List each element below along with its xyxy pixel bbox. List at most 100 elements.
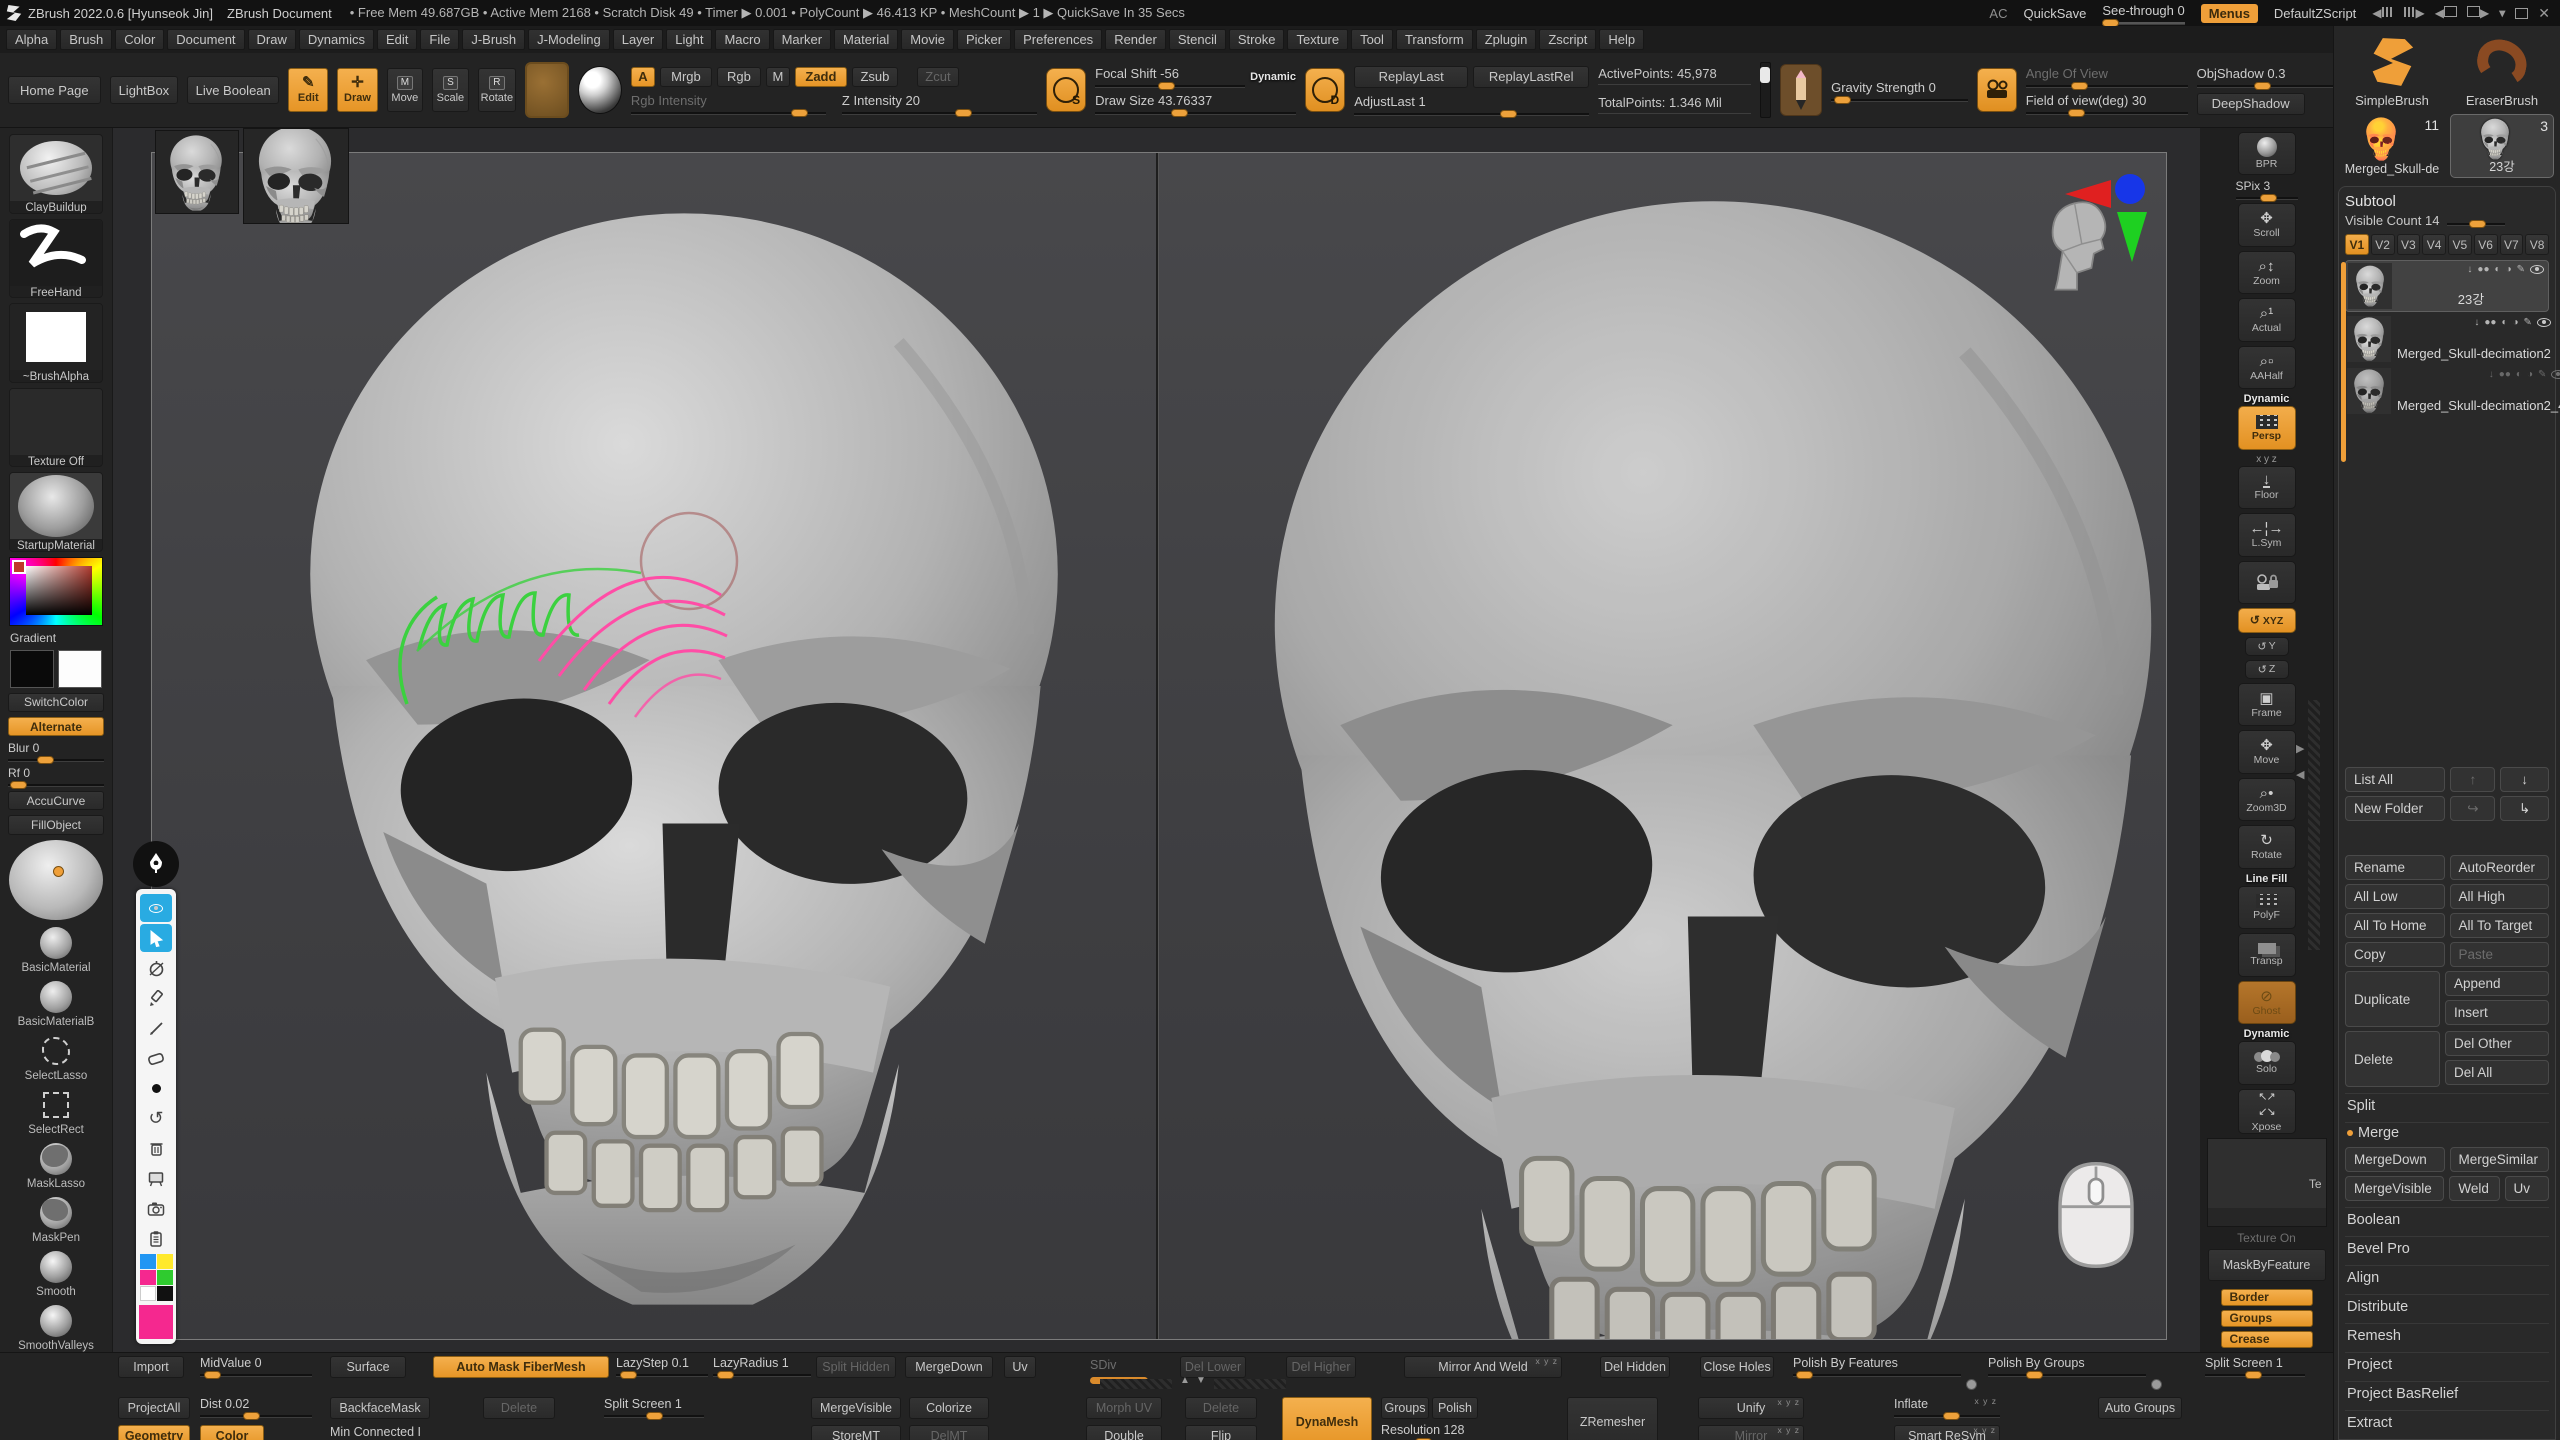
crease-button[interactable]: Crease [2221,1331,2313,1348]
displacement-icon[interactable]: ◑ [2506,264,2512,275]
menu-picker[interactable]: Picker [957,29,1011,50]
smart-resym-button[interactable]: Smart ReSymx y z [1894,1425,2000,1440]
m-button[interactable]: M [766,67,790,87]
secondary-color-swatch[interactable] [58,650,102,688]
del-mt-button[interactable]: DelMT [909,1425,989,1440]
section-boolean[interactable]: Boolean [2345,1207,2549,1230]
tool-slot-previous[interactable]: 11 Merged_Skull-de [2340,114,2444,178]
polypaint-icon[interactable]: ●● [2484,317,2496,328]
menu-movie[interactable]: Movie [901,29,954,50]
brush-icon[interactable]: ✎ [2538,369,2546,380]
adjust-badge[interactable]: D [1305,68,1345,112]
uv-button[interactable]: Uv [2505,1176,2549,1201]
live-boolean-button[interactable]: Live Boolean [187,76,279,104]
paste-button[interactable]: Paste [2450,942,2550,967]
section-bevel-pro[interactable]: Bevel Pro [2345,1236,2549,1259]
eraser-brush-item[interactable]: EraserBrush [2450,31,2554,108]
basic-material-item[interactable]: BasicMaterial [21,925,90,974]
palette-white[interactable] [140,1286,156,1301]
canvas-scroll-left-icon[interactable]: ◀ [2296,768,2304,781]
xpose-button[interactable]: ↖↗↙↘Xpose [2238,1089,2296,1134]
del-other-button[interactable]: Del Other [2445,1031,2549,1056]
camera-view-button[interactable] [1977,68,2017,112]
ghost-button[interactable]: ⊘Ghost [2238,981,2296,1024]
snapshot-thumbnail-1[interactable] [155,130,239,214]
menus-button[interactable]: Menus [2201,4,2258,23]
viewport-left-skull[interactable] [254,179,1114,1339]
document-canvas[interactable]: ↺ [113,128,2200,1352]
visibility-eye-icon[interactable] [2530,265,2544,274]
section-split[interactable]: Split [2345,1093,2549,1116]
accu-curve-button[interactable]: AccuCurve [8,791,104,810]
clipboard-tool-button[interactable] [140,1224,172,1252]
section-extract[interactable]: Extract [2345,1410,2549,1433]
rotate-3d-button[interactable]: ↻Rotate [2238,825,2296,868]
project-all-button[interactable]: ProjectAll [118,1397,190,1419]
polypaint-icon[interactable]: ●● [2499,369,2511,380]
mirror-button[interactable]: Mirrorx y z [1698,1425,1804,1440]
import-button[interactable]: Import [118,1356,184,1378]
all-high-button[interactable]: All High [2450,884,2550,909]
new-folder-button[interactable]: New Folder [2345,796,2445,821]
copy-button[interactable]: Copy [2345,942,2445,967]
camera-lock-button[interactable] [2238,561,2296,604]
resolution-slider[interactable]: Resolution 128 [1381,1423,1501,1440]
brush-icon[interactable]: ✎ [2524,317,2532,328]
auto-groups-button[interactable]: Auto Groups [2098,1397,2182,1419]
simple-brush-item[interactable]: SimpleBrush [2340,31,2444,108]
minimize-button[interactable]: ▾ [2499,6,2505,20]
tab-v6[interactable]: V6 [2474,234,2498,255]
menu-help[interactable]: Help [1599,29,1644,50]
polyframe-button[interactable]: PolyF [2238,886,2296,929]
tab-v8[interactable]: V8 [2525,234,2549,255]
menu-transform[interactable]: Transform [1396,29,1473,50]
list-all-button[interactable]: List All [2345,767,2445,792]
pen-tool-button[interactable] [140,984,172,1012]
obj-shadow-slider[interactable]: ObjShadow 0.3 [2197,66,2333,87]
uv-toggle-button[interactable]: Uv [1004,1356,1036,1378]
groups-toggle-button[interactable]: Groups [1381,1397,1429,1419]
field-of-view-slider[interactable]: Field of view(deg) 30 [2026,93,2188,114]
palette-black[interactable] [157,1286,173,1301]
undo-button[interactable]: ↺ [140,1104,172,1132]
gradient-label[interactable]: Gradient [10,631,102,645]
menu-stencil[interactable]: Stencil [1169,29,1226,50]
menu-tool[interactable]: Tool [1351,29,1393,50]
zoom3d-button[interactable]: ⌕•Zoom3D [2238,778,2296,821]
split-screen-slider-top[interactable]: Split Screen 1 [2205,1356,2305,1376]
all-to-target-button[interactable]: All To Target [2450,913,2550,938]
axis-y-icon[interactable] [2117,212,2147,262]
zsub-button[interactable]: Zsub [852,67,898,87]
dot-size-button[interactable] [140,1074,172,1102]
zremesher-button[interactable]: ZRemesher [1567,1397,1658,1440]
tool-slot-current[interactable]: 3 23강 [2450,114,2554,178]
gravity-strength-slider[interactable]: Gravity Strength 0 [1831,80,1967,101]
section-remesh[interactable]: Remesh [2345,1323,2549,1346]
section-project[interactable]: Project [2345,1352,2549,1375]
timer-tool-button[interactable] [140,954,172,982]
persp-button[interactable]: Persp [2238,406,2296,449]
backface-mask-button[interactable]: BackfaceMask [330,1397,430,1419]
pen-launcher-button[interactable] [133,841,179,887]
uv-icon[interactable]: ◐ [2495,264,2501,275]
delete-button-dim2[interactable]: Delete [1185,1397,1257,1419]
menu-alpha[interactable]: Alpha [6,29,57,50]
color-picker[interactable] [9,557,103,626]
basic-materialb-item[interactable]: BasicMaterialB [18,979,95,1028]
whiteboard-tool-button[interactable] [140,1164,172,1192]
insert-button[interactable]: Insert [2445,1000,2549,1025]
auto-mask-fibermesh-button[interactable]: Auto Mask FiberMesh [433,1356,609,1378]
zoom-button[interactable]: ⌕↕Zoom [2238,251,2296,294]
current-pen-color-swatch[interactable] [139,1305,173,1339]
visibility-eye-icon[interactable] [2537,318,2551,327]
section-project-basrelief[interactable]: Project BasRelief [2345,1381,2549,1404]
all-to-home-button[interactable]: All To Home [2345,913,2445,938]
surface-button[interactable]: Surface [330,1356,406,1378]
lazyradius-slider[interactable]: LazyRadius 1 [713,1356,811,1376]
move-up-button[interactable]: ↑ [2450,767,2495,792]
rgb-button[interactable]: Rgb [717,67,761,87]
flip-button[interactable]: Flip [1185,1425,1257,1440]
focal-shift-slider[interactable]: Focal Shift -56 [1095,66,1245,87]
del-higher-button[interactable]: Del Higher [1286,1356,1356,1378]
transparency-button[interactable]: Transp [2238,933,2296,976]
